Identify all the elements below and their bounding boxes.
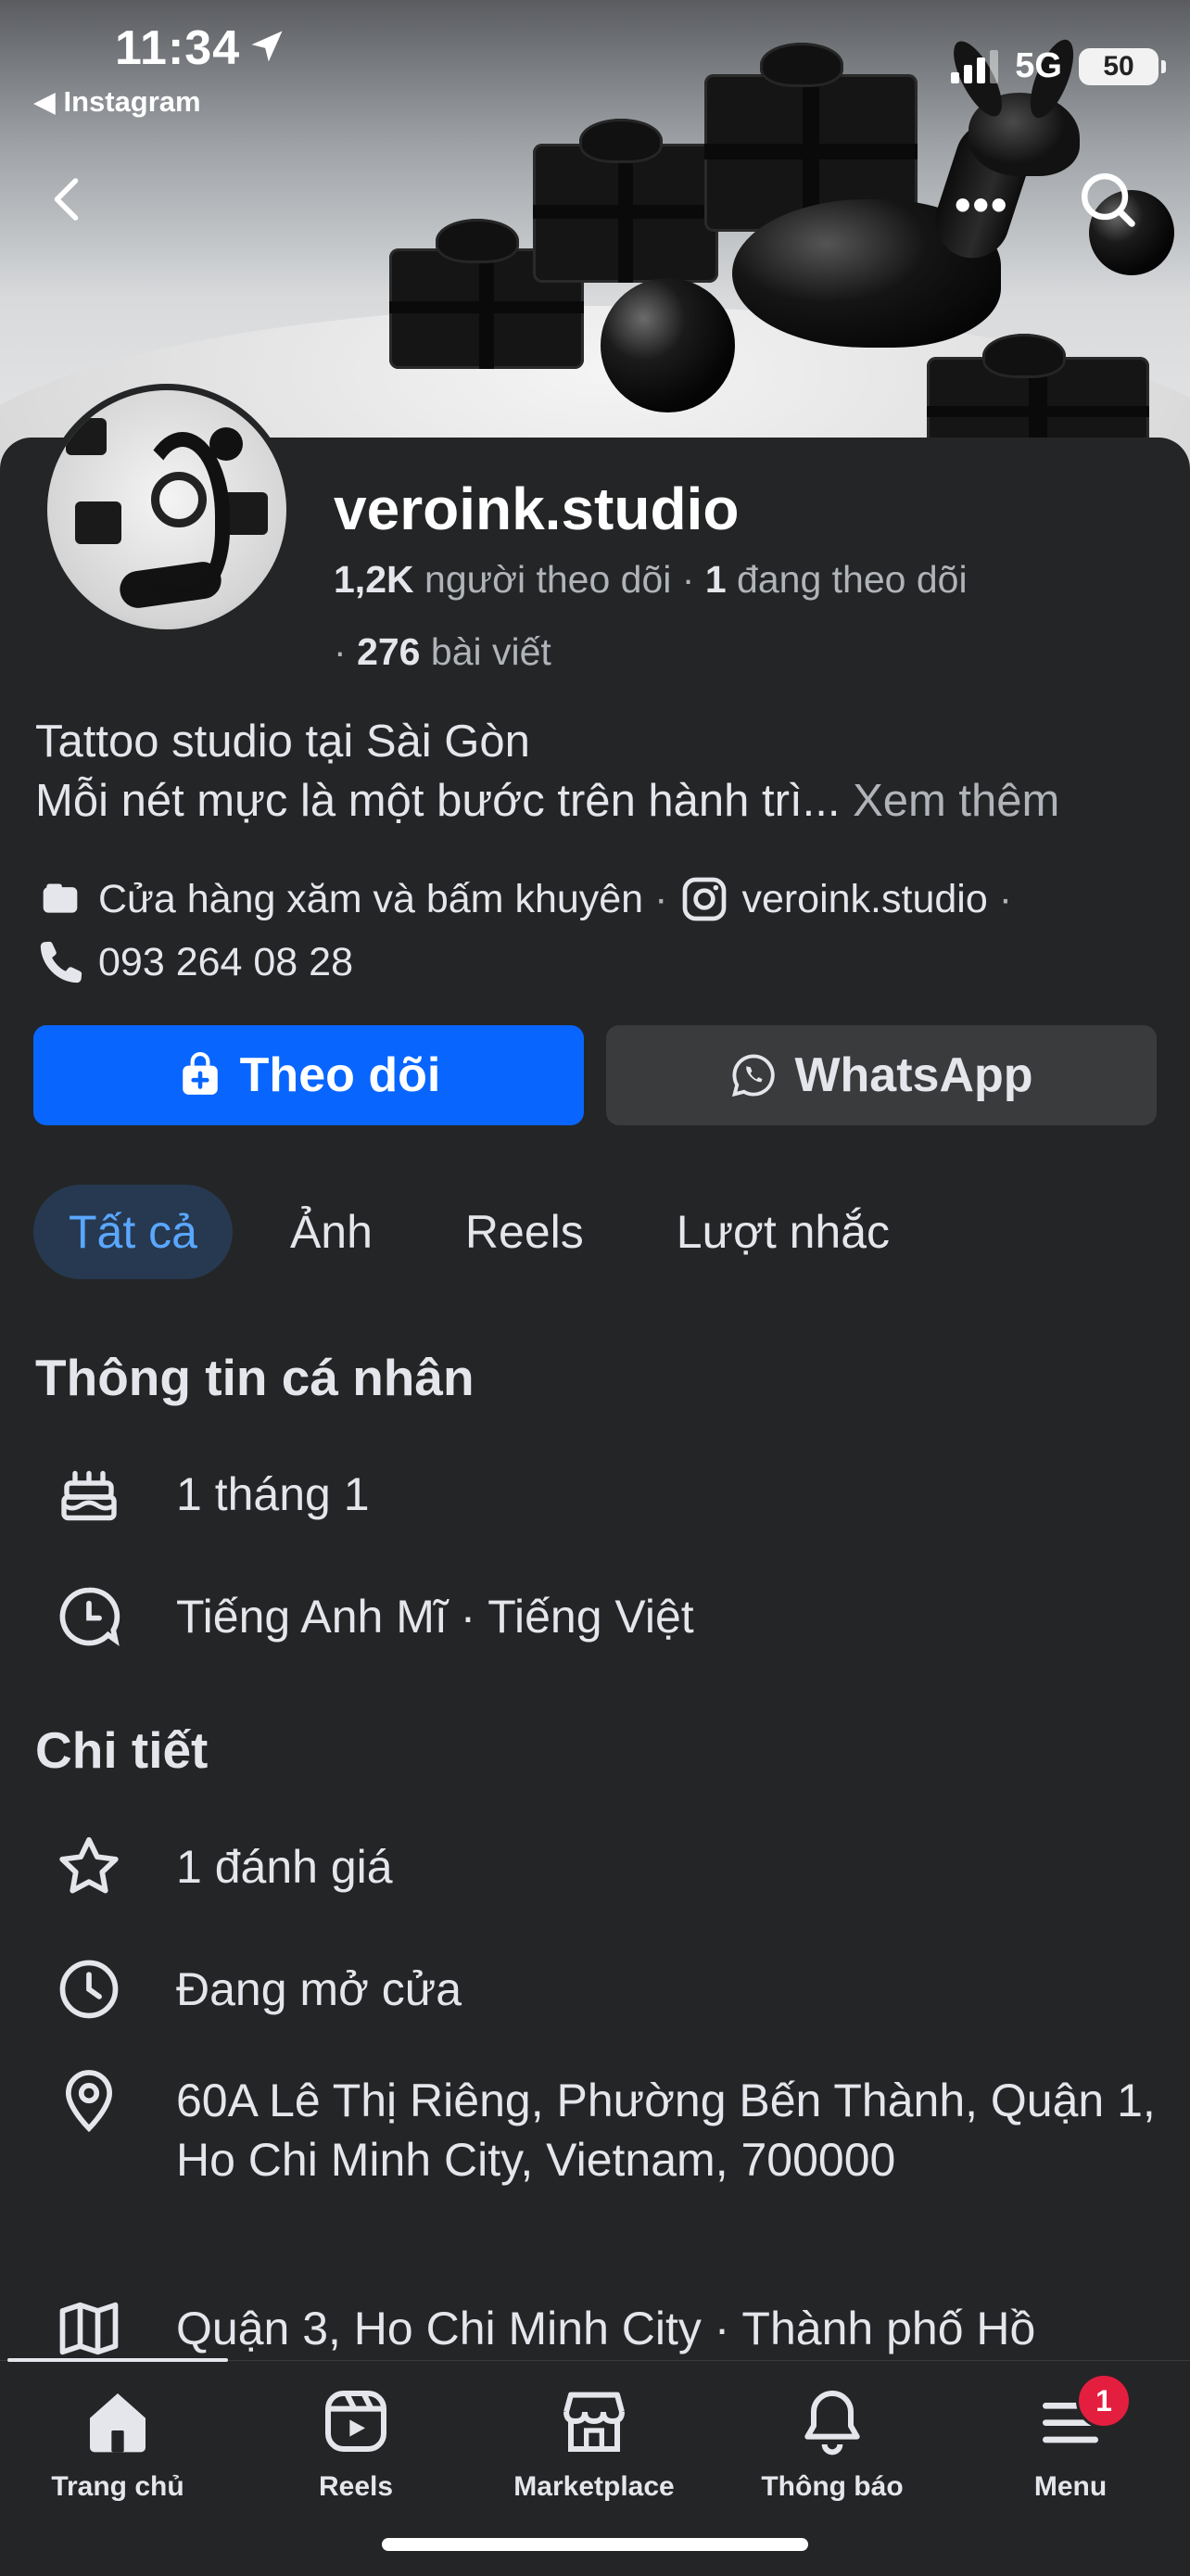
bell-icon bbox=[804, 2391, 860, 2455]
reels-icon bbox=[325, 2391, 386, 2452]
phone-number: 093 264 08 28 bbox=[98, 939, 353, 984]
posts-stats: · 276 bài viết bbox=[334, 630, 551, 674]
nav-home[interactable]: Trang chủ bbox=[11, 2373, 224, 2503]
whatsapp-icon bbox=[732, 1054, 776, 1098]
category-icon bbox=[43, 883, 78, 913]
stats-separator: · bbox=[334, 630, 347, 673]
details-title: Chi tiết bbox=[35, 1721, 209, 1779]
cover-gift-bow bbox=[579, 119, 663, 163]
tab-mentions[interactable]: Lượt nhắc bbox=[641, 1185, 925, 1279]
meta-separator: · bbox=[998, 876, 1013, 921]
profile-avatar[interactable] bbox=[41, 384, 293, 636]
area-text: Quận 3, Ho Chi Minh City · Thành phố Hồ bbox=[176, 2303, 1036, 2354]
stats-separator: · bbox=[681, 558, 695, 601]
languages-text: Tiếng Anh Mĩ · Tiếng Việt bbox=[176, 1591, 694, 1643]
follow-button-label: Theo dõi bbox=[239, 1048, 441, 1102]
cover-gift-bow bbox=[760, 43, 843, 87]
location-pin-icon bbox=[65, 2070, 113, 2133]
status-time: 11:34 bbox=[115, 21, 241, 75]
area-row[interactable]: Quận 3, Ho Chi Minh City · Thành phố Hồ bbox=[52, 2291, 1177, 2366]
following-count: 1 bbox=[704, 558, 727, 601]
see-more-link[interactable]: Xem thêm bbox=[853, 776, 1059, 826]
tab-all[interactable]: Tất cả bbox=[33, 1185, 233, 1279]
map-icon bbox=[59, 2302, 119, 2355]
birthday-cake-icon bbox=[61, 1470, 117, 1521]
personal-info-title: Thông tin cá nhân bbox=[35, 1349, 475, 1406]
hours-row[interactable]: Đang mở cửa bbox=[52, 1952, 1177, 2026]
bio-line-1: Tattoo studio tại Sài Gòn bbox=[35, 717, 530, 767]
nav-home-label: Trang chủ bbox=[51, 2471, 184, 2502]
nav-menu-label: Menu bbox=[1033, 2471, 1108, 2502]
profile-name: veroink.studio bbox=[334, 476, 740, 542]
nav-reels-label: Reels bbox=[318, 2471, 394, 2502]
address-row[interactable]: 60A Lê Thị Riêng, Phường Bến Thành, Quận… bbox=[52, 2063, 1177, 2189]
languages-icon bbox=[59, 1587, 120, 1646]
nav-notifications[interactable]: Thông báo bbox=[726, 2373, 939, 2503]
network-type: 5G bbox=[1015, 46, 1062, 85]
following-label: đang theo dõi bbox=[737, 558, 968, 601]
home-icon bbox=[90, 2393, 146, 2453]
marketplace-icon bbox=[563, 2392, 625, 2452]
cover-gift bbox=[533, 144, 718, 283]
star-icon bbox=[59, 1837, 119, 1894]
nav-marketplace[interactable]: Marketplace bbox=[487, 2373, 701, 2503]
whatsapp-button-label: WhatsApp bbox=[794, 1048, 1033, 1102]
languages-row: Tiếng Anh Mĩ · Tiếng Việt bbox=[52, 1580, 1177, 1654]
bio-text: Mỗi nét mực là một bước trên hành trì... bbox=[35, 776, 841, 826]
phone-line[interactable]: 093 264 08 28 bbox=[35, 936, 353, 988]
birthday-text: 1 tháng 1 bbox=[176, 1468, 370, 1520]
follow-stats[interactable]: 1,2K người theo dõi · 1 đang theo dõi bbox=[334, 558, 968, 602]
instagram-icon bbox=[683, 877, 727, 921]
location-arrow-icon bbox=[251, 31, 283, 62]
clock-icon bbox=[59, 1960, 119, 2019]
profile-meta-line: Cửa hàng xăm và bấm khuyên · veroink.stu… bbox=[35, 873, 1023, 925]
menu-notification-badge: 1 bbox=[1076, 2373, 1132, 2429]
search-icon[interactable] bbox=[1075, 167, 1140, 232]
active-tab-indicator bbox=[7, 2358, 228, 2362]
posts-count: 276 bbox=[357, 630, 421, 673]
posts-label: bài viết bbox=[430, 630, 551, 673]
profile-tabs: Tất cả Ảnh Reels Lượt nhắc bbox=[33, 1185, 947, 1279]
back-to-instagram-link[interactable]: ◀ Instagram bbox=[33, 85, 201, 119]
meta-separator: · bbox=[654, 876, 668, 921]
tab-photos[interactable]: Ảnh bbox=[255, 1185, 408, 1279]
followers-label: người theo dõi bbox=[424, 558, 672, 601]
status-indicators: 5G 50 bbox=[951, 46, 1166, 86]
nav-menu[interactable]: 1 Menu bbox=[964, 2373, 1177, 2503]
avatar-image bbox=[47, 390, 286, 629]
battery-icon: 50 bbox=[1079, 47, 1166, 85]
hours-text: Đang mở cửa bbox=[176, 1963, 462, 2015]
bio-line-2: Mỗi nét mực là một bước trên hành trì...… bbox=[35, 775, 1059, 827]
nav-notifications-label: Thông báo bbox=[761, 2471, 904, 2502]
nav-reels[interactable]: Reels bbox=[249, 2373, 462, 2503]
cover-gift-bow bbox=[436, 219, 519, 263]
nav-marketplace-label: Marketplace bbox=[513, 2471, 675, 2502]
instagram-handle[interactable]: veroink.studio bbox=[741, 877, 987, 922]
cover-orb bbox=[601, 278, 735, 412]
signal-icon bbox=[951, 49, 999, 83]
rating-row[interactable]: 1 đánh giá bbox=[52, 1830, 1177, 1904]
back-arrow-icon[interactable] bbox=[41, 171, 96, 227]
birthday-row: 1 tháng 1 bbox=[52, 1457, 1177, 1531]
phone-icon bbox=[40, 941, 82, 983]
tab-reels[interactable]: Reels bbox=[430, 1185, 619, 1279]
home-indicator[interactable] bbox=[382, 2538, 808, 2551]
cover-gift-bow bbox=[982, 334, 1066, 378]
followers-count: 1,2K bbox=[334, 558, 414, 601]
category-text[interactable]: Cửa hàng xăm và bấm khuyên bbox=[98, 877, 643, 922]
address-text: 60A Lê Thị Riêng, Phường Bến Thành, Quận… bbox=[176, 2075, 1156, 2186]
more-options-icon[interactable]: ••• bbox=[955, 178, 1009, 232]
rating-text: 1 đánh giá bbox=[176, 1841, 393, 1893]
follow-button[interactable]: Theo dõi bbox=[33, 1025, 584, 1125]
whatsapp-button[interactable]: WhatsApp bbox=[606, 1025, 1157, 1125]
follow-page-icon bbox=[182, 1052, 218, 1095]
